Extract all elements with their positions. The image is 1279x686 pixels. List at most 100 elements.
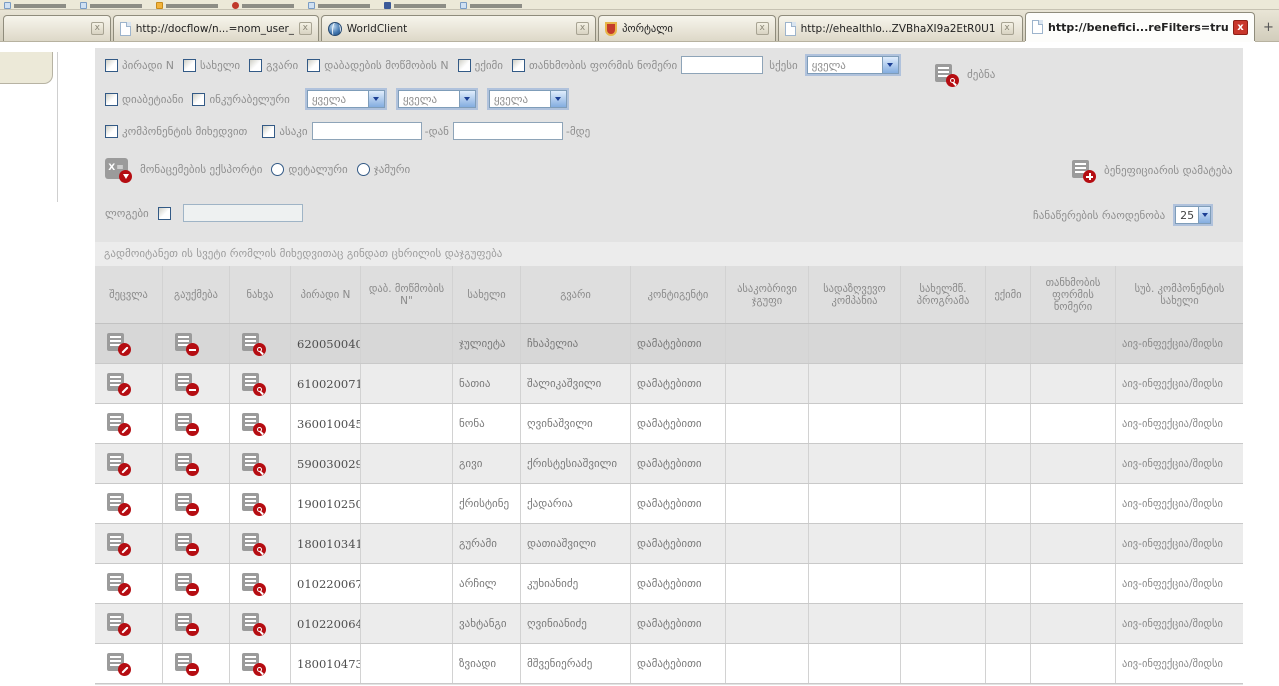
view-button[interactable] xyxy=(229,564,290,603)
bookmark-item[interactable] xyxy=(4,2,66,9)
browser-tab-1[interactable]: x xyxy=(3,15,111,41)
close-icon[interactable]: x xyxy=(576,22,589,35)
column-header[interactable]: თანხმობის ფორმის ნომერი xyxy=(1030,266,1115,323)
view-button[interactable] xyxy=(229,524,290,563)
browser-tab-portal[interactable]: პორტალი x xyxy=(598,15,776,41)
edit-button[interactable] xyxy=(95,564,162,603)
close-icon[interactable]: x xyxy=(91,22,104,35)
radio-detailed[interactable] xyxy=(271,163,284,176)
browser-tab-worldclient[interactable]: WorldClient x xyxy=(321,15,596,41)
checkbox-diabetic[interactable] xyxy=(105,93,118,106)
checkbox-last-name[interactable] xyxy=(249,59,262,72)
view-button[interactable] xyxy=(229,484,290,523)
logs-input[interactable] xyxy=(183,204,303,222)
column-header[interactable]: სუბ. კომპონენტის სახელი xyxy=(1115,266,1243,323)
cell-personal-n: 19001025009 xyxy=(290,484,360,523)
excel-export-icon[interactable]: X= xyxy=(105,158,130,181)
column-header[interactable]: სახელი xyxy=(452,266,520,323)
consent-form-number-input[interactable] xyxy=(681,56,763,74)
column-header[interactable]: პირადი N xyxy=(290,266,360,323)
cancel-button[interactable] xyxy=(162,604,229,643)
checkbox-doctor[interactable] xyxy=(458,59,471,72)
edit-button[interactable] xyxy=(95,404,162,443)
cell-first-name: ნათია xyxy=(452,364,520,403)
age-to-input[interactable] xyxy=(453,122,563,140)
cancel-button[interactable] xyxy=(162,484,229,523)
column-header[interactable]: ექიმი xyxy=(985,266,1030,323)
column-header[interactable]: გაუქმება xyxy=(162,266,229,323)
column-header[interactable]: გვარი xyxy=(520,266,630,323)
tab-title: http://docflow/n...=nom_user_sess_ xyxy=(136,23,294,35)
edit-button[interactable] xyxy=(95,604,162,643)
checkbox-incurable[interactable] xyxy=(192,93,205,106)
close-icon[interactable]: x xyxy=(1233,20,1248,35)
view-icon xyxy=(240,453,264,474)
tab-title: პორტალი xyxy=(622,23,673,35)
view-button[interactable] xyxy=(229,444,290,483)
column-header[interactable]: სახელმწ. პროგრამა xyxy=(900,266,985,323)
add-beneficiary-button[interactable]: ბენეფიციარის დამატება xyxy=(1070,160,1233,181)
bookmark-item[interactable] xyxy=(232,2,294,9)
page-icon xyxy=(120,22,131,36)
cell-insurance-company xyxy=(808,404,900,443)
bookmark-item[interactable] xyxy=(156,2,218,9)
cancel-button[interactable] xyxy=(162,564,229,603)
checkbox-logs[interactable] xyxy=(158,207,171,220)
radio-summary[interactable] xyxy=(357,163,370,176)
close-icon[interactable]: x xyxy=(756,22,769,35)
cancel-button[interactable] xyxy=(162,324,229,363)
cancel-button[interactable] xyxy=(162,404,229,443)
edit-button[interactable] xyxy=(95,484,162,523)
checkbox-by-component[interactable] xyxy=(105,125,118,138)
view-button[interactable] xyxy=(229,644,290,683)
column-header[interactable]: ნახვა xyxy=(229,266,290,323)
close-icon[interactable]: x xyxy=(299,22,312,35)
view-button[interactable] xyxy=(229,364,290,403)
browser-tab-beneficiaries-active[interactable]: http://benefici...reFilters=true x xyxy=(1025,12,1255,41)
age-from-input[interactable] xyxy=(312,122,422,140)
column-header[interactable]: შეცვლა xyxy=(95,266,162,323)
column-header[interactable]: კონტიგენტი xyxy=(630,266,725,323)
sex-select[interactable]: ყველა xyxy=(807,56,899,74)
edit-button[interactable] xyxy=(95,644,162,683)
bookmark-item[interactable] xyxy=(460,2,522,9)
browser-tab-ehealth[interactable]: http://ehealthlo...ZVBhaXI9a2EtR0U1 x xyxy=(778,15,1023,41)
column-header[interactable]: დაბ. მოწმობის N" xyxy=(360,266,452,323)
cell-personal-n: 62005004052 xyxy=(290,324,360,363)
column-header[interactable]: სადაზღვევო კომპანია xyxy=(808,266,900,323)
filter-select-1[interactable]: ყველა xyxy=(307,90,385,108)
checkbox-personal-n[interactable] xyxy=(105,59,118,72)
cancel-icon xyxy=(173,493,197,514)
bookmark-item[interactable] xyxy=(384,2,446,9)
edit-button[interactable] xyxy=(95,444,162,483)
cell-doctor xyxy=(985,484,1030,523)
close-icon[interactable]: x xyxy=(1001,22,1014,35)
checkbox-age[interactable] xyxy=(262,125,275,138)
edit-button[interactable] xyxy=(95,524,162,563)
filter-select-3[interactable]: ყველა xyxy=(489,90,567,108)
browser-tab-docflow[interactable]: http://docflow/n...=nom_user_sess_ x xyxy=(113,15,319,41)
view-button[interactable] xyxy=(229,404,290,443)
new-tab-button[interactable]: + xyxy=(1260,18,1277,38)
edit-button[interactable] xyxy=(95,324,162,363)
checkbox-first-name[interactable] xyxy=(183,59,196,72)
cancel-button[interactable] xyxy=(162,524,229,563)
search-button[interactable]: ძებნა xyxy=(933,64,995,85)
view-button[interactable] xyxy=(229,324,290,363)
bookmark-item[interactable] xyxy=(80,2,142,9)
checkbox-consent-form-number[interactable] xyxy=(512,59,525,72)
cancel-button[interactable] xyxy=(162,644,229,683)
checkbox-birth-cert-n[interactable] xyxy=(307,59,320,72)
bookmark-item[interactable] xyxy=(308,2,370,9)
export-row: X= მონაცემების ექსპორტი დეტალური ჯამური xyxy=(105,158,419,181)
cancel-button[interactable] xyxy=(162,364,229,403)
select-value: ყველა xyxy=(490,93,532,106)
column-header[interactable]: ასაკობრივი ჯგუფი xyxy=(725,266,808,323)
filter-select-2[interactable]: ყველა xyxy=(398,90,476,108)
cancel-button[interactable] xyxy=(162,444,229,483)
view-button[interactable] xyxy=(229,604,290,643)
cell-age-group xyxy=(725,324,808,363)
edit-button[interactable] xyxy=(95,364,162,403)
records-count-select[interactable]: 25 xyxy=(1175,206,1211,224)
edit-icon xyxy=(105,453,129,474)
